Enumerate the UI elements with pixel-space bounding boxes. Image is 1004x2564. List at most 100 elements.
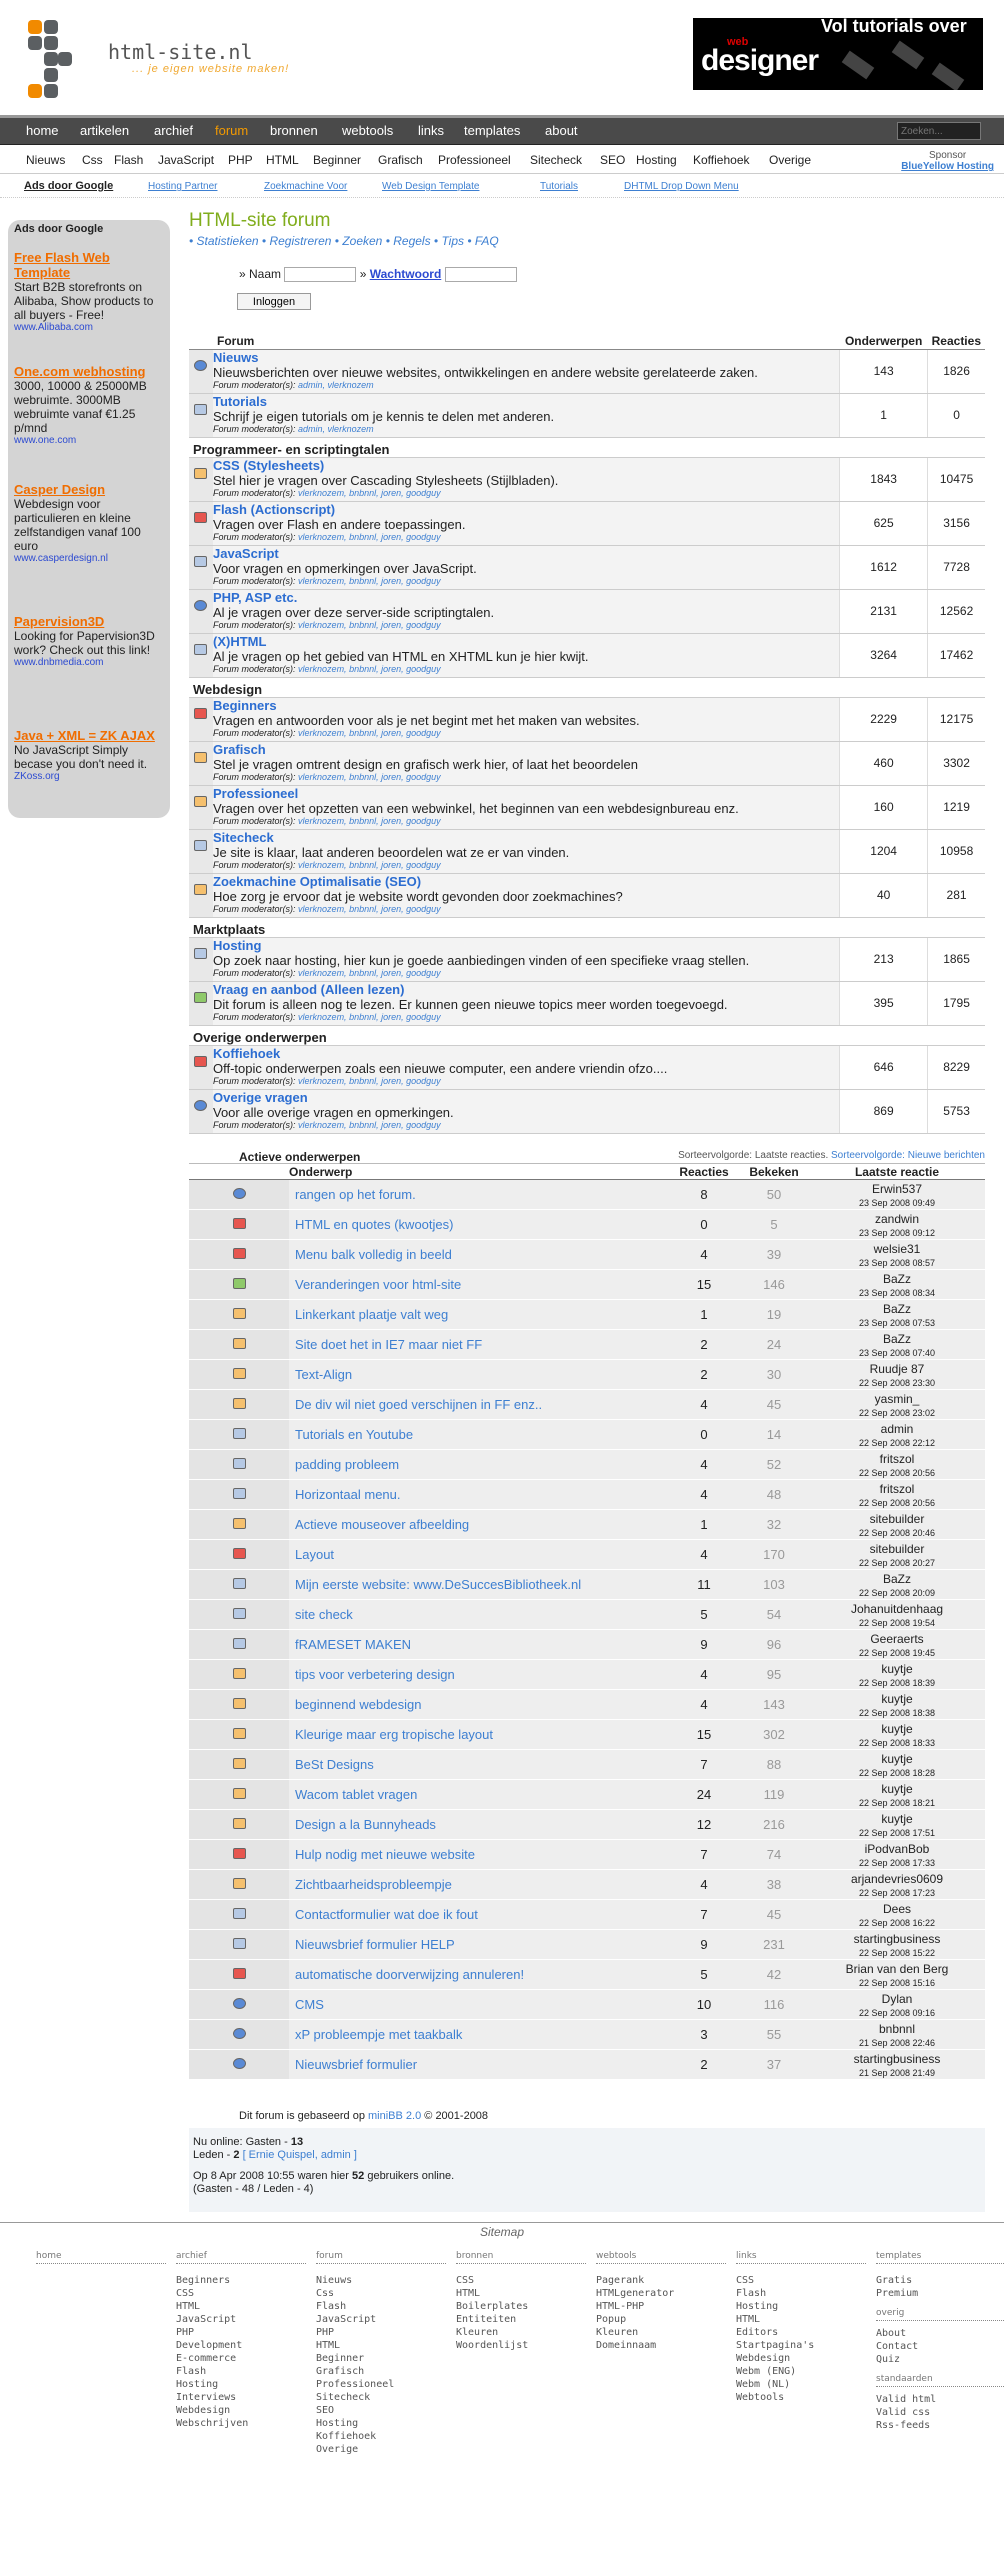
forum-title-link[interactable]: PHP, ASP etc. — [213, 590, 839, 605]
sitemap-link[interactable]: JavaScript — [176, 2313, 306, 2326]
topic-link[interactable]: CMS — [289, 1989, 669, 2020]
sitemap-head[interactable]: archief — [176, 2251, 306, 2264]
last-reply-user[interactable]: kuytje — [809, 1662, 985, 1676]
nav-bronnen[interactable]: bronnen — [270, 123, 318, 138]
topic-link[interactable]: Linkerkant plaatje valt weg — [289, 1299, 669, 1330]
topic-link[interactable]: beginnend webdesign — [289, 1689, 669, 1720]
topic-link[interactable]: tips voor verbetering design — [289, 1659, 669, 1690]
topic-link[interactable]: fRAMESET MAKEN — [289, 1629, 669, 1660]
last-reply-user[interactable]: BaZz — [809, 1302, 985, 1316]
sitemap-link[interactable]: Rss-feeds — [876, 2419, 1004, 2432]
nav-links[interactable]: links — [418, 123, 444, 138]
ad-title[interactable]: Casper Design — [14, 482, 164, 497]
nav-home[interactable]: home — [26, 123, 59, 138]
header-banner-ad[interactable]: Vol tutorials over web designer — [693, 18, 983, 90]
forum-title-link[interactable]: CSS (Stylesheets) — [213, 458, 839, 473]
sidebar-ad[interactable]: Casper Design Webdesign voor particulier… — [14, 482, 164, 564]
sitemap-link[interactable]: HTML-PHP — [596, 2300, 726, 2313]
nav-artikelen[interactable]: artikelen — [80, 123, 129, 138]
sitemap-link[interactable]: Woordenlijst — [456, 2339, 586, 2352]
sitemap-link[interactable]: Hosting — [316, 2417, 446, 2430]
sitemap-head[interactable]: links — [736, 2251, 866, 2264]
sidebar-ad[interactable]: Free Flash Web Template Start B2B storef… — [14, 250, 164, 333]
nav-webtools[interactable]: webtools — [342, 123, 393, 138]
sort-alt-link[interactable]: Sorteervolgorde: Nieuwe berichten — [831, 1150, 985, 1161]
ad-link-2[interactable]: Zoekmachine Voor — [264, 181, 347, 192]
mod-names[interactable]: vlerknozem, bnbnnl, joren, goodguy — [298, 620, 441, 630]
sitemap-link[interactable]: HTML — [456, 2287, 586, 2300]
sitemap-link[interactable]: Webschrijven — [176, 2417, 306, 2430]
ads-by-google[interactable]: Ads door Google — [24, 180, 113, 192]
sitemap-head[interactable]: standaarden — [876, 2374, 1004, 2387]
mod-names[interactable]: vlerknozem, bnbnnl, joren, goodguy — [298, 772, 441, 782]
topic-link[interactable]: Horizontaal menu. — [289, 1479, 669, 1510]
last-reply-user[interactable]: yasmin_ — [809, 1392, 985, 1406]
sitemap-link[interactable]: Quiz — [876, 2353, 1004, 2366]
password-input[interactable] — [444, 267, 517, 283]
topic-link[interactable]: De div wil niet goed verschijnen in FF e… — [289, 1389, 669, 1420]
sitemap-link[interactable]: JavaScript — [316, 2313, 446, 2326]
sitemap-head[interactable]: webtools — [596, 2251, 726, 2264]
sitemap-link[interactable]: Koffiehoek — [316, 2430, 446, 2443]
mod-names[interactable]: vlerknozem, bnbnnl, joren, goodguy — [298, 1120, 441, 1130]
sitemap-link[interactable]: Webm (ENG) — [736, 2365, 866, 2378]
sitemap-link[interactable]: Valid html — [876, 2393, 1004, 2406]
sitemap-link[interactable]: Nieuws — [316, 2274, 446, 2287]
forum-title-link[interactable]: Hosting — [213, 938, 839, 953]
forum-title-link[interactable]: Koffiehoek — [213, 1046, 839, 1061]
mod-names[interactable]: vlerknozem, bnbnnl, joren, goodguy — [298, 576, 441, 586]
forum-title-link[interactable]: JavaScript — [213, 546, 839, 561]
topic-link[interactable]: padding probleem — [289, 1449, 669, 1480]
subnav-html[interactable]: HTML — [266, 153, 299, 167]
subnav-grafisch[interactable]: Grafisch — [378, 153, 423, 167]
sitemap-head[interactable]: overig — [876, 2308, 1004, 2321]
subnav-koffiehoek[interactable]: Koffiehoek — [693, 153, 750, 167]
sitemap-link[interactable]: HTML — [316, 2339, 446, 2352]
sidebar-ad[interactable]: Papervision3D Looking for Papervision3D … — [14, 614, 164, 668]
sitemap-link[interactable]: PHP — [176, 2326, 306, 2339]
last-reply-user[interactable]: fritszol — [809, 1482, 985, 1496]
sidebar-ad[interactable]: Java + XML = ZK AJAX No JavaScript Simpl… — [14, 728, 164, 782]
last-reply-user[interactable]: iPodvanBob — [809, 1842, 985, 1856]
topic-link[interactable]: HTML en quotes (kwootjes) — [289, 1209, 669, 1240]
topic-link[interactable]: Actieve mouseover afbeelding — [289, 1509, 669, 1540]
mod-names[interactable]: admin, vlerknozem — [298, 424, 374, 434]
sitemap-link[interactable]: Pagerank — [596, 2274, 726, 2287]
last-reply-user[interactable]: bnbnnl — [809, 2022, 985, 2036]
sitemap-link[interactable]: PHP — [316, 2326, 446, 2339]
sitemap-link[interactable]: Overige — [316, 2443, 446, 2456]
sitemap-link[interactable]: Flash — [316, 2300, 446, 2313]
topic-link[interactable]: rangen op het forum. — [289, 1179, 669, 1210]
last-reply-user[interactable]: Brian van den Berg — [809, 1962, 985, 1976]
last-reply-user[interactable]: startingbusiness — [809, 1932, 985, 1946]
subnav-seo[interactable]: SEO — [600, 153, 625, 167]
forum-title-link[interactable]: Tutorials — [213, 394, 839, 409]
last-reply-user[interactable]: BaZz — [809, 1332, 985, 1346]
topic-link[interactable]: Veranderingen voor html-site — [289, 1269, 669, 1300]
mod-names[interactable]: vlerknozem, bnbnnl, joren, goodguy — [298, 1076, 441, 1086]
mod-names[interactable]: vlerknozem, bnbnnl, joren, goodguy — [298, 968, 441, 978]
mod-names[interactable]: vlerknozem, bnbnnl, joren, goodguy — [298, 532, 441, 542]
subnav-css[interactable]: Css — [82, 153, 103, 167]
sitemap-link[interactable]: Flash — [736, 2287, 866, 2300]
last-reply-user[interactable]: Erwin537 — [809, 1182, 985, 1196]
nav-about[interactable]: about — [545, 123, 578, 138]
forum-title-link[interactable]: Vraag en aanbod (Alleen lezen) — [213, 982, 839, 997]
sitemap-link[interactable]: Hosting — [736, 2300, 866, 2313]
ad-url[interactable]: www.dnbmedia.com — [14, 657, 164, 668]
last-reply-user[interactable]: sitebuilder — [809, 1542, 985, 1556]
sitemap-head[interactable]: bronnen — [456, 2251, 586, 2264]
last-reply-user[interactable]: BaZz — [809, 1572, 985, 1586]
sitemap-link[interactable]: Beginners — [176, 2274, 306, 2287]
subnav-nieuws[interactable]: Nieuws — [26, 153, 65, 167]
sitemap-link[interactable]: SEO — [316, 2404, 446, 2417]
sidebar-ad[interactable]: One.com webhosting 3000, 10000 & 25000MB… — [14, 364, 164, 446]
forum-title-link[interactable]: Sitecheck — [213, 830, 839, 845]
forum-title-link[interactable]: Beginners — [213, 698, 839, 713]
subnav-overige[interactable]: Overige — [769, 153, 811, 167]
topic-link[interactable]: BeSt Designs — [289, 1749, 669, 1780]
ad-title[interactable]: Papervision3D — [14, 614, 164, 629]
last-reply-user[interactable]: BaZz — [809, 1272, 985, 1286]
topic-link[interactable]: xP probleempje met taakbalk — [289, 2019, 669, 2050]
subnav-beginner[interactable]: Beginner — [313, 153, 361, 167]
